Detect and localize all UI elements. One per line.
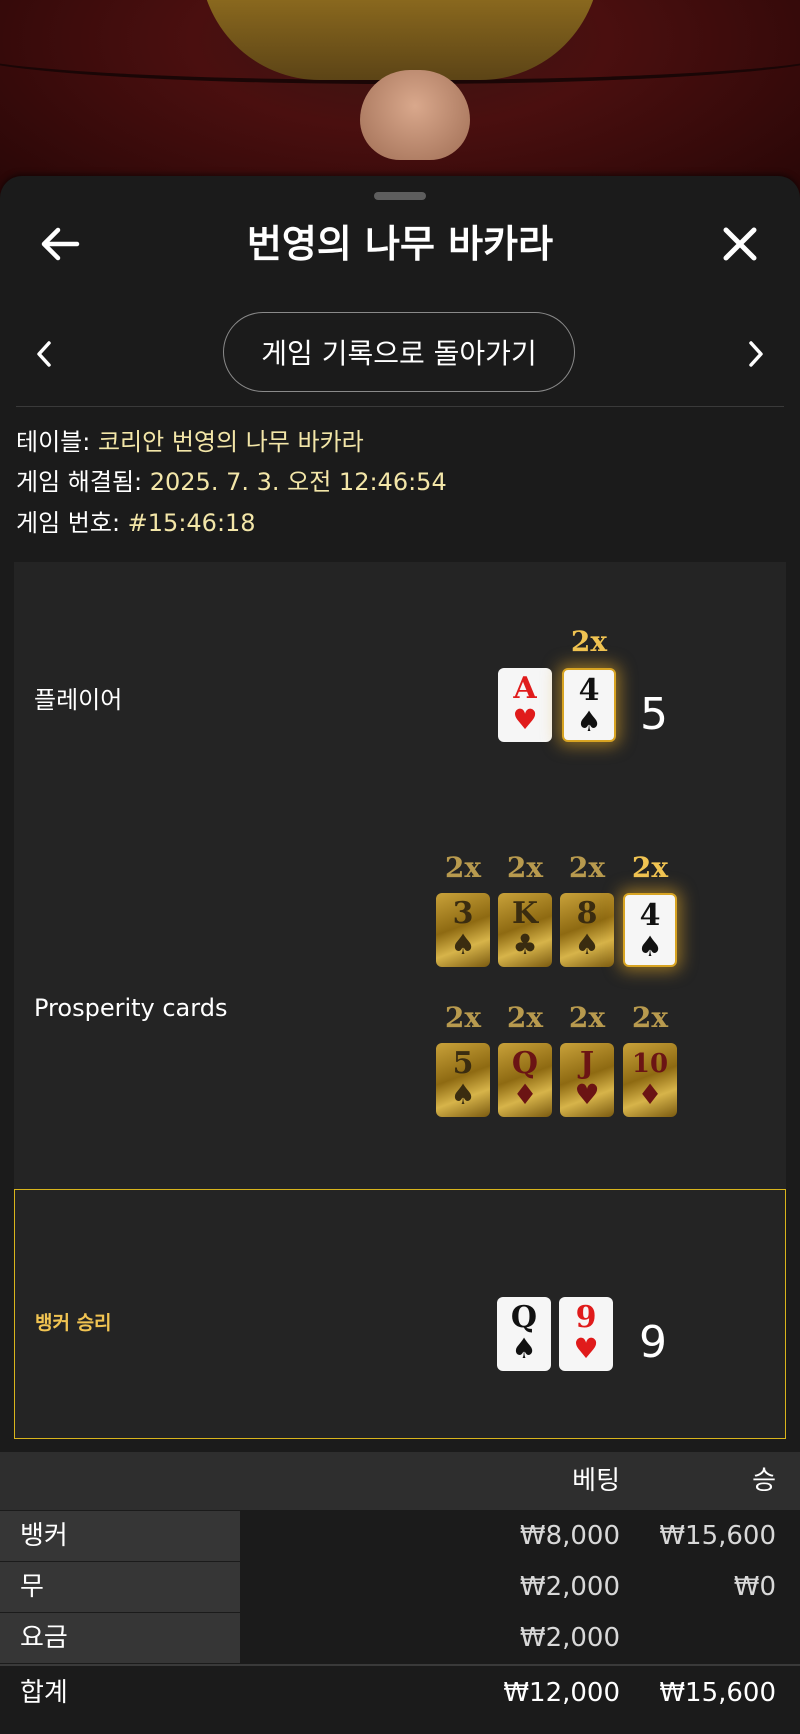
multiplier-badge: 2x — [568, 1001, 606, 1034]
player-card-2: 4 ♠ — [562, 668, 616, 742]
prosperity-card: Q ♦ — [498, 1043, 552, 1117]
game-number-value: #15:46:18 — [127, 509, 256, 537]
chevron-left-icon[interactable] — [24, 326, 64, 382]
prosperity-card: 3 ♠ — [436, 893, 490, 967]
total-row: 합계 ₩12,000 ₩15,600 — [0, 1666, 800, 1720]
bet-name: 무 — [0, 1562, 240, 1612]
multiplier-badge: 2x — [631, 851, 669, 884]
banker-panel: 뱅커 승리 Q ♠ 9 ♥ 9 — [14, 1189, 786, 1439]
total-bet: ₩12,000 — [503, 1678, 620, 1708]
banker-card-2: 9 ♥ — [559, 1297, 613, 1371]
dealer-hands — [360, 70, 470, 160]
prosperity-card: 10 ♦ — [623, 1043, 677, 1117]
table-info: 테이블: 코리안 번영의 나무 바카라 — [16, 426, 364, 458]
bet-amount: ₩2,000 — [240, 1562, 620, 1612]
table-row: 뱅커 ₩8,000 ₩15,600 — [0, 1511, 800, 1561]
resolved-info: 게임 해결됨: 2025. 7. 3. 오전 12:46:54 — [16, 466, 447, 498]
banker-score: 9 — [639, 1317, 667, 1368]
game-number-label: 게임 번호: — [16, 509, 128, 537]
total-win: ₩15,600 — [659, 1678, 776, 1708]
drag-handle[interactable] — [374, 192, 426, 200]
multiplier-badge: 2x — [631, 1001, 669, 1034]
bet-column-header: 베팅 — [572, 1466, 620, 1496]
multiplier-badge: 2x — [568, 851, 606, 884]
table-label: 테이블: — [16, 428, 98, 456]
chevron-right-icon[interactable] — [736, 326, 776, 382]
prosperity-card: K ♣ — [498, 893, 552, 967]
hands-panel: 플레이어 2x A ♥ 4 ♠ 5 Prosperity cards 2x 2x 2… — [14, 562, 786, 1190]
prosperity-card: 4 ♠ — [623, 893, 677, 967]
page-title: 번영의 나무 바카라 — [246, 222, 554, 266]
bet-amount: ₩2,000 — [240, 1613, 620, 1663]
close-icon[interactable] — [716, 220, 764, 268]
player-label: 플레이어 — [34, 686, 123, 714]
banker-win-label: 뱅커 승리 — [35, 1312, 112, 1334]
win-amount — [620, 1613, 776, 1663]
multiplier-badge: 2x — [570, 625, 608, 658]
prosperity-card: 8 ♠ — [560, 893, 614, 967]
table-value: 코리안 번영의 나무 바카라 — [97, 428, 364, 456]
prosperity-card: 5 ♠ — [436, 1043, 490, 1117]
multiplier-badge: 2x — [444, 1001, 482, 1034]
multiplier-badge: 2x — [506, 851, 544, 884]
win-amount: ₩15,600 — [659, 1521, 776, 1551]
multiplier-badge: 2x — [506, 1001, 544, 1034]
player-card-1: A ♥ — [498, 668, 552, 742]
bet-name: 요금 — [0, 1613, 240, 1663]
total-label: 합계 — [20, 1678, 68, 1708]
bet-amount: ₩8,000 — [240, 1511, 620, 1561]
resolved-label: 게임 해결됨: — [16, 468, 150, 496]
game-number-info: 게임 번호: #15:46:18 — [16, 507, 256, 539]
table-row: 요금 ₩2,000 — [0, 1613, 800, 1663]
win-amount: ₩0 — [733, 1572, 776, 1602]
prosperity-label: Prosperity cards — [34, 994, 228, 1022]
back-to-history-button[interactable]: 게임 기록으로 돌아가기 — [223, 312, 575, 392]
prosperity-card: J ♥ — [560, 1043, 614, 1117]
banker-card-1: Q ♠ — [497, 1297, 551, 1371]
live-video-background — [0, 0, 800, 200]
divider — [16, 406, 784, 407]
multiplier-badge: 2x — [444, 851, 482, 884]
bets-table-header: 베팅 승 — [0, 1452, 800, 1510]
player-score: 5 — [640, 689, 668, 740]
table-row: 무 ₩2,000 ₩0 — [0, 1562, 800, 1612]
win-column-header: 승 — [752, 1466, 776, 1496]
bet-name: 뱅커 — [0, 1511, 240, 1561]
resolved-value: 2025. 7. 3. 오전 12:46:54 — [149, 468, 447, 496]
